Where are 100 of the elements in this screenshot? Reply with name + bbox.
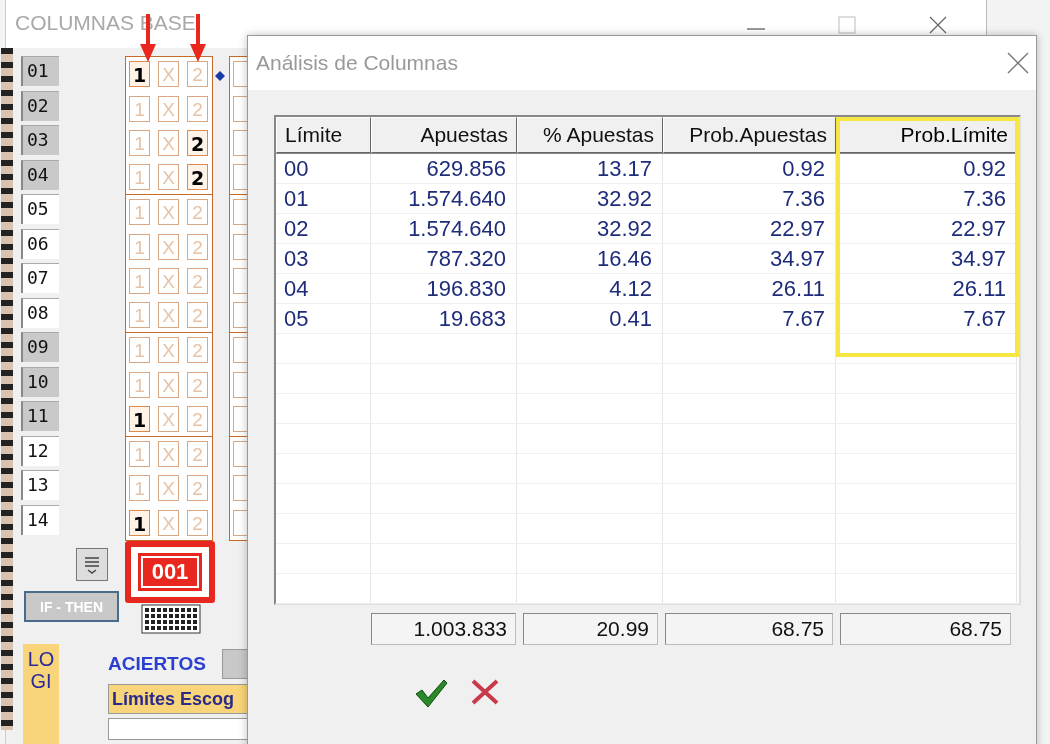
column-header[interactable]: Límite (276, 117, 371, 153)
column-header[interactable]: Apuestas (371, 117, 517, 153)
table-cell: 13.17 (517, 154, 663, 183)
table-cell: 32.92 (517, 184, 663, 213)
table-cell: 26.11 (663, 274, 836, 303)
table-cell: 00 (276, 154, 371, 183)
pick-toggle[interactable]: 2 (187, 268, 208, 295)
pick-toggle[interactable]: 2 (187, 509, 208, 536)
pick-toggle[interactable]: 2 (187, 440, 208, 467)
table-cell: 0.92 (663, 154, 836, 183)
pick-toggle[interactable]: 1 (129, 95, 150, 122)
pick-toggle[interactable]: X (158, 475, 179, 502)
row-number[interactable]: 11 (21, 401, 59, 431)
column-header[interactable]: Prob.Apuestas (663, 117, 836, 153)
pick-toggle[interactable]: 2 (187, 371, 208, 398)
pick-toggle[interactable]: 1 (129, 405, 150, 432)
maximize-icon[interactable] (838, 16, 856, 34)
total-field: 1.003.833 (371, 613, 516, 645)
table-cell: 787.320 (371, 244, 517, 273)
pick-toggle[interactable]: X (158, 164, 179, 191)
pick-toggle[interactable]: 2 (187, 61, 208, 88)
row-number[interactable]: 02 (21, 90, 59, 121)
pick-toggle[interactable]: 1 (129, 337, 150, 364)
row-number[interactable]: 07 (21, 263, 59, 293)
row-number[interactable]: 08 (21, 297, 59, 328)
row-number[interactable]: 04 (21, 159, 59, 190)
pick-toggle[interactable]: X (158, 268, 179, 295)
check-icon (414, 678, 448, 708)
pick-toggle[interactable]: X (158, 233, 179, 260)
pick-toggle[interactable]: 1 (129, 440, 150, 467)
pick-toggle[interactable]: 1 (129, 268, 150, 295)
pick-toggle[interactable]: X (158, 130, 179, 157)
total-field: 20.99 (523, 613, 658, 645)
pick-toggle[interactable]: 2 (187, 405, 208, 432)
pick-toggle[interactable]: X (158, 509, 179, 536)
section-label: ACIERTOS (108, 653, 206, 675)
pick-toggle[interactable]: 2 (187, 475, 208, 502)
table-cell: 34.97 (663, 244, 836, 273)
row-number[interactable]: 09 (21, 332, 59, 362)
table-cell: 7.67 (663, 304, 836, 333)
row-number[interactable]: 05 (21, 194, 59, 224)
pick-toggle[interactable]: X (158, 440, 179, 467)
pick-toggle[interactable]: 1 (129, 302, 150, 329)
table-cell: 4.12 (517, 274, 663, 303)
close-icon[interactable] (1007, 52, 1029, 74)
pick-toggle[interactable]: X (158, 95, 179, 122)
table-cell: 19.683 (371, 304, 517, 333)
total-field: 68.75 (840, 613, 1011, 645)
table-cell: 196.830 (371, 274, 517, 303)
table-cell: 7.36 (663, 184, 836, 213)
menu-button[interactable] (76, 548, 108, 581)
pick-toggle[interactable]: 2 (187, 233, 208, 260)
table-cell: 02 (276, 214, 371, 243)
table-cell: 03 (276, 244, 371, 273)
close-icon (470, 678, 500, 706)
pick-toggle[interactable]: 2 (187, 199, 208, 226)
pick-toggle[interactable]: 1 (129, 509, 150, 536)
column-header[interactable]: % Apuestas (517, 117, 663, 153)
close-icon[interactable] (928, 15, 948, 35)
pick-toggle[interactable]: 2 (187, 130, 208, 157)
pick-toggle[interactable]: X (158, 302, 179, 329)
pick-toggle[interactable]: 2 (187, 164, 208, 191)
diamond-icon (215, 71, 225, 81)
pick-toggle[interactable]: X (158, 337, 179, 364)
keyboard-icon[interactable] (141, 604, 201, 634)
row-number[interactable]: 03 (21, 125, 59, 155)
table-cell: 32.92 (517, 214, 663, 243)
pick-toggle[interactable]: 1 (129, 233, 150, 260)
dialog-title: Análisis de Columnas (256, 51, 458, 75)
pick-toggle[interactable]: 2 (187, 95, 208, 122)
ok-button[interactable] (414, 678, 448, 708)
pick-toggle[interactable]: 1 (129, 164, 150, 191)
column-number-box[interactable]: 001 (125, 541, 215, 603)
total-field: 68.75 (665, 613, 833, 645)
table-cell: 1.574.640 (371, 184, 517, 213)
table-cell: 629.856 (371, 154, 517, 183)
row-number[interactable]: 10 (21, 366, 59, 397)
pick-toggle[interactable]: X (158, 199, 179, 226)
pick-toggle[interactable]: 1 (129, 475, 150, 502)
row-number[interactable]: 12 (21, 435, 59, 466)
table-cell: 01 (276, 184, 371, 213)
pick-toggle[interactable]: 1 (129, 199, 150, 226)
row-number[interactable]: 06 (21, 228, 59, 259)
pick-toggle[interactable]: 1 (129, 130, 150, 157)
pick-toggle[interactable]: 2 (187, 302, 208, 329)
pick-toggle[interactable]: X (158, 371, 179, 398)
table-cell: 22.97 (663, 214, 836, 243)
table-cell: 16.46 (517, 244, 663, 273)
row-number[interactable]: 01 (21, 56, 59, 86)
pick-toggle[interactable]: 1 (129, 61, 150, 88)
table-cell: 05 (276, 304, 371, 333)
pick-toggle[interactable]: X (158, 61, 179, 88)
table-cell: 1.574.640 (371, 214, 517, 243)
pick-toggle[interactable]: X (158, 405, 179, 432)
row-number[interactable]: 13 (21, 470, 59, 500)
pick-toggle[interactable]: 1 (129, 371, 150, 398)
row-number[interactable]: 14 (21, 504, 59, 535)
pick-toggle[interactable]: 2 (187, 337, 208, 364)
table-cell: 04 (276, 274, 371, 303)
table-cell: 0.41 (517, 304, 663, 333)
